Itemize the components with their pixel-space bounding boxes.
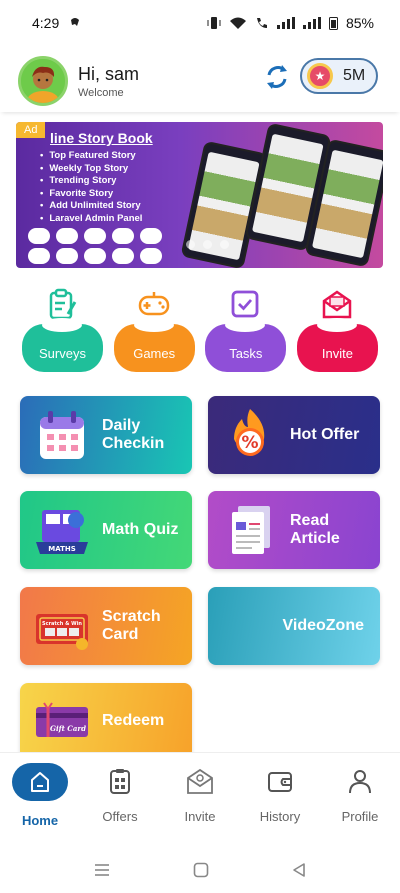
ad-title: line Story Book bbox=[50, 130, 153, 146]
card-label: Hot Offer bbox=[290, 426, 360, 443]
battery-level: 85% bbox=[345, 15, 374, 31]
ad-feature: Favorite Story bbox=[40, 188, 142, 201]
svg-text:%: % bbox=[241, 433, 258, 453]
coin-icon: ★ bbox=[307, 63, 333, 89]
ad-feature-list: Top Featured Story Weekly Top Story Tren… bbox=[40, 150, 142, 225]
coin-balance-button[interactable]: ★ 5M bbox=[300, 58, 378, 94]
ad-feature: Trending Story bbox=[40, 175, 142, 188]
card-label: Redeem bbox=[102, 712, 165, 729]
ad-badge: Ad bbox=[16, 122, 46, 138]
bottom-navigation: Home Offers Invite History Profile bbox=[0, 752, 400, 840]
gift-card-label: Gift Card bbox=[50, 724, 86, 733]
status-bar: 4:29 85% bbox=[0, 0, 400, 46]
category-surveys[interactable]: Surveys bbox=[22, 288, 103, 372]
ad-banner[interactable]: Ad line Story Book Top Featured Story We… bbox=[16, 122, 383, 268]
math-quiz-card[interactable]: MATHS Math Quiz bbox=[20, 491, 192, 569]
clipboard-icon bbox=[49, 288, 77, 320]
ad-feature: Weekly Top Story bbox=[40, 163, 142, 176]
offers-icon bbox=[110, 769, 130, 794]
category-tasks[interactable]: Tasks bbox=[205, 288, 287, 372]
ad-tech-icons bbox=[28, 228, 183, 264]
signal-icon-2 bbox=[302, 17, 321, 29]
article-icon bbox=[232, 506, 270, 554]
nav-label: History bbox=[259, 809, 301, 824]
back-icon[interactable] bbox=[291, 862, 307, 878]
nav-profile[interactable]: Profile bbox=[320, 753, 400, 840]
ad-feature: Add Unlimited Story bbox=[40, 200, 142, 213]
category-label: Games bbox=[113, 318, 195, 372]
scratch-label: Scratch & Win bbox=[42, 621, 82, 627]
home-system-icon[interactable] bbox=[193, 862, 209, 878]
avatar-image bbox=[21, 59, 65, 103]
videozone-card[interactable]: VideoZone bbox=[208, 587, 380, 665]
envelope-icon bbox=[322, 290, 352, 319]
category-label: Invite bbox=[296, 318, 378, 372]
scratch-card-card[interactable]: Scratch & Win Scratch Card bbox=[20, 587, 192, 665]
nav-history[interactable]: History bbox=[240, 753, 320, 840]
gamepad-icon bbox=[138, 292, 169, 316]
signal-icon bbox=[276, 17, 295, 29]
category-row: Surveys Games Tasks Invite bbox=[22, 288, 378, 372]
nav-offers[interactable]: Offers bbox=[80, 753, 160, 840]
coin-balance: 5M bbox=[343, 67, 366, 84]
greeting-text: Hi, sam bbox=[78, 63, 140, 84]
clock: 4:29 bbox=[32, 15, 60, 31]
card-label: Read Article bbox=[290, 512, 340, 547]
calendar-icon bbox=[40, 411, 84, 459]
recent-apps-icon[interactable] bbox=[93, 863, 111, 877]
vibrate-icon bbox=[207, 17, 221, 29]
refresh-icon[interactable] bbox=[262, 62, 292, 92]
category-label: Surveys bbox=[22, 318, 103, 372]
avatar[interactable] bbox=[18, 56, 68, 106]
card-label: Math Quiz bbox=[102, 521, 179, 538]
nav-label: Invite bbox=[184, 809, 216, 824]
card-label: VideoZone bbox=[282, 617, 365, 634]
nav-label: Profile bbox=[341, 809, 379, 824]
category-invite[interactable]: Invite bbox=[296, 288, 378, 372]
daily-checkin-card[interactable]: Daily Checkin bbox=[20, 396, 192, 474]
checkbox-icon bbox=[231, 290, 259, 318]
notification-icon bbox=[71, 18, 80, 26]
system-navigation-bar bbox=[0, 846, 400, 893]
ad-feature: Laravel Admin Panel bbox=[40, 213, 142, 226]
card-label: Scratch Card bbox=[102, 608, 161, 643]
call-icon bbox=[256, 18, 267, 28]
carousel-dots bbox=[186, 240, 229, 249]
percent-flame-icon: % bbox=[234, 409, 265, 456]
hot-offer-card[interactable]: % Hot Offer bbox=[208, 396, 380, 474]
nav-label: Home bbox=[21, 813, 59, 828]
battery-icon bbox=[328, 17, 338, 30]
home-icon bbox=[12, 763, 68, 801]
gift-card-icon: Gift Card bbox=[36, 702, 88, 737]
scratch-card-icon: Scratch & Win bbox=[36, 614, 88, 650]
read-article-card[interactable]: Read Article bbox=[208, 491, 380, 569]
person-icon bbox=[349, 770, 371, 794]
invite-icon bbox=[187, 768, 213, 794]
ad-feature: Top Featured Story bbox=[40, 150, 142, 163]
card-label: Daily Checkin bbox=[102, 417, 165, 452]
app-header: Hi, sam Welcome ★ 5M bbox=[0, 50, 400, 112]
redeem-card[interactable]: Gift Card Redeem bbox=[20, 683, 192, 759]
math-book-icon: MATHS bbox=[36, 510, 88, 554]
nav-label: Offers bbox=[102, 809, 138, 824]
wifi-icon bbox=[229, 17, 246, 29]
nav-invite[interactable]: Invite bbox=[160, 753, 240, 840]
wallet-icon bbox=[268, 772, 292, 792]
category-label: Tasks bbox=[205, 318, 287, 372]
maths-label: MATHS bbox=[48, 545, 76, 553]
nav-home[interactable]: Home bbox=[0, 753, 80, 840]
welcome-text: Welcome bbox=[78, 86, 124, 99]
category-games[interactable]: Games bbox=[113, 288, 195, 372]
